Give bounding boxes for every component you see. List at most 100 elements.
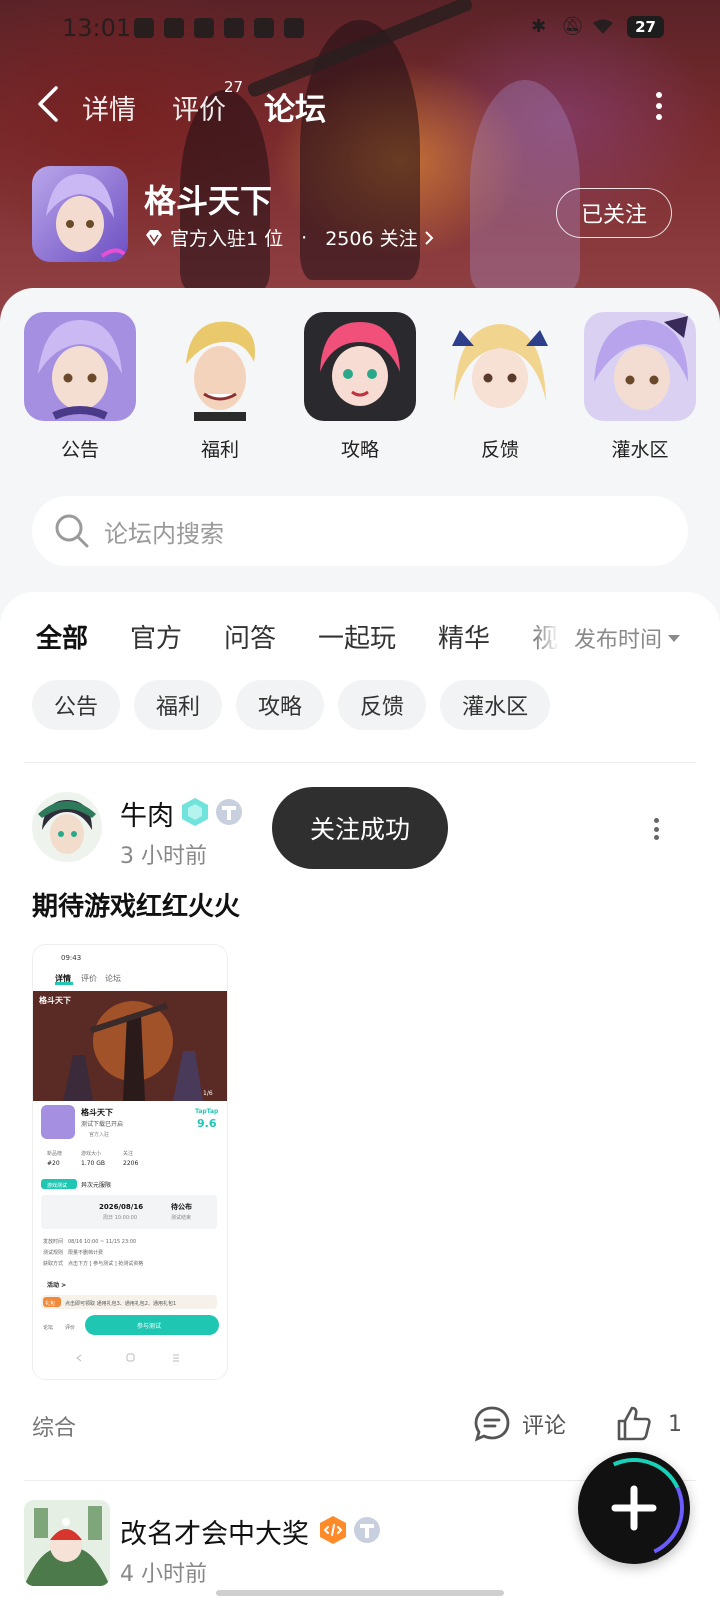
more-options-icon[interactable] — [656, 92, 664, 120]
like-button[interactable]: 1 — [614, 1404, 682, 1444]
battery-indicator: 27 — [627, 16, 664, 38]
tab-details[interactable]: 详情 — [82, 88, 136, 127]
tiktok-icon — [134, 18, 154, 38]
thumb-info: 获取方式 点击下方 [ 参与测试 ] 抢测试资格 — [43, 1260, 143, 1267]
board-welfare[interactable]: 福利 — [164, 312, 276, 462]
app-icon — [254, 18, 274, 38]
chip-announcement[interactable]: 公告 — [32, 680, 121, 730]
tab-official[interactable]: 官方 — [130, 618, 182, 655]
chip-welfare[interactable]: 福利 — [134, 680, 223, 730]
avatar[interactable] — [32, 792, 102, 862]
tab-featured[interactable]: 精华 — [438, 618, 490, 655]
thumb-test-date-sub: 周日 10:00:00 — [103, 1215, 137, 1221]
chip-chat[interactable]: 灌水区 — [440, 680, 551, 730]
thumb-gift-tag: 礼包 — [45, 1300, 55, 1307]
board-filter-chips: 公告 福利 攻略 反馈 灌水区 — [32, 680, 551, 730]
creator-badge-icon — [320, 1516, 346, 1544]
board-guide[interactable]: 攻略 — [304, 312, 416, 462]
taptap-badge-icon — [354, 1517, 380, 1543]
board-feedback[interactable]: 反馈 — [444, 312, 556, 462]
board-avatar-icon — [584, 312, 696, 421]
tab-play-together[interactable]: 一起玩 — [318, 618, 396, 655]
post-time: 4 小时前 — [120, 1562, 207, 1587]
thumb-tab: 论坛 — [105, 973, 121, 983]
divider — [24, 762, 696, 763]
board-chat[interactable]: 灌水区 — [584, 312, 696, 462]
thumb-game-name: 格斗天下 — [81, 1107, 113, 1117]
board-label: 攻略 — [340, 439, 379, 461]
thumb-official: 官方入驻 — [89, 1131, 109, 1138]
mail-icon — [164, 18, 184, 38]
board-avatar-icon — [24, 312, 136, 421]
board-label: 公告 — [60, 439, 99, 461]
thumb-test-name: 异次元服限 — [81, 1181, 111, 1189]
meta-separator: · — [301, 226, 308, 249]
thumb-stat-value: 2206 — [123, 1160, 138, 1167]
mail-icon — [194, 18, 214, 38]
plus-icon — [611, 1485, 657, 1531]
thumb-subtitle: 测试下载已开启 — [81, 1120, 123, 1128]
chip-guide[interactable]: 攻略 — [236, 680, 325, 730]
game-name: 格斗天下 — [144, 182, 273, 220]
post-more-icon[interactable] — [654, 818, 660, 840]
create-post-button[interactable] — [578, 1452, 690, 1564]
thumb-info: 发放时间 08/16 10:00 ~ 11/15 23:00 — [43, 1238, 136, 1245]
tabs-fade — [520, 614, 570, 664]
tab-all[interactable]: 全部 — [36, 618, 88, 655]
search-placeholder: 论坛内搜索 — [104, 519, 224, 548]
tab-qa[interactable]: 问答 — [224, 618, 276, 655]
status-time: 13:01 — [62, 14, 132, 42]
board-announcement[interactable]: 公告 — [24, 312, 136, 462]
top-nav: 详情 评价 27 论坛 — [0, 78, 720, 134]
chevron-right-icon — [424, 230, 434, 245]
thumb-stat-value: 1.70 GB — [81, 1160, 105, 1167]
follow-button[interactable]: 已关注 — [556, 188, 672, 238]
level-badge-icon — [182, 798, 208, 826]
thumb-score-brand: TapTap — [195, 1108, 219, 1115]
game-meta[interactable]: 官方入驻1 位 · 2506 关注 — [144, 224, 434, 251]
post-title[interactable]: 期待游戏红红火火 — [32, 886, 240, 923]
tab-reviews[interactable]: 评价 — [172, 88, 226, 127]
comment-button[interactable]: 评论 — [472, 1404, 566, 1444]
thumb-test-state: 待公布 — [171, 1202, 192, 1211]
board-avatar-icon — [444, 312, 556, 421]
comment-label: 评论 — [522, 1414, 567, 1439]
board-label: 反馈 — [480, 439, 519, 461]
forum-search-input[interactable]: 论坛内搜索 — [32, 496, 688, 566]
home-indicator[interactable] — [216, 1590, 504, 1596]
thumb-bottom-left: 论坛 — [43, 1324, 53, 1331]
tab-forum[interactable]: 论坛 — [260, 84, 330, 129]
back-arrow-icon[interactable] — [34, 84, 64, 124]
chip-feedback[interactable]: 反馈 — [338, 680, 427, 730]
thumb-gift-text: 点击即可领取 通用礼包3、通用礼包2、通用礼包1 — [65, 1300, 176, 1307]
thumb-test-state-sub: 测试结束 — [171, 1214, 191, 1221]
thumbs-up-icon — [617, 1406, 651, 1441]
user-name[interactable]: 改名才会中大奖 — [120, 1512, 309, 1551]
play-icon — [284, 18, 304, 38]
post-image[interactable]: 09:43 详情 评价 论坛 格斗天下 1/6 格斗天下 测试下载已开启 官方入… — [32, 944, 228, 1380]
sort-dropdown[interactable]: 发布时间 — [567, 622, 680, 654]
thumb-score: 9.6 — [197, 1117, 217, 1130]
avatar[interactable] — [24, 1500, 110, 1586]
bluetooth-icon: ✱ — [531, 16, 547, 37]
thumb-tab: 评价 — [81, 974, 97, 983]
thumb-stat-label: 游戏大小 — [81, 1150, 101, 1157]
search-icon — [55, 514, 89, 548]
thumb-page: 1/6 — [203, 1090, 213, 1097]
post-category[interactable]: 综合 — [32, 1410, 76, 1442]
game-icon[interactable] — [32, 166, 128, 262]
thumb-test-tag: 游戏测试 — [47, 1182, 67, 1189]
thumb-info: 测试规则 限量不删档计费 — [43, 1249, 103, 1256]
notification-icons — [134, 18, 304, 38]
board-list: 公告 福利 攻略 反馈 灌水区 — [24, 312, 696, 462]
thumb-logo: 格斗天下 — [39, 995, 71, 1005]
follower-count: 2506 关注 — [325, 228, 418, 250]
like-count: 1 — [668, 1411, 682, 1437]
board-label: 福利 — [200, 439, 239, 461]
reviews-count-badge: 27 — [224, 78, 244, 96]
crown-icon — [224, 18, 244, 38]
wifi-icon — [593, 19, 614, 34]
game-info: 格斗天下 官方入驻1 位 · 2506 关注 已关注 — [32, 166, 688, 262]
user-name[interactable]: 牛肉 — [120, 794, 174, 833]
sort-label: 发布时间 — [573, 628, 662, 653]
